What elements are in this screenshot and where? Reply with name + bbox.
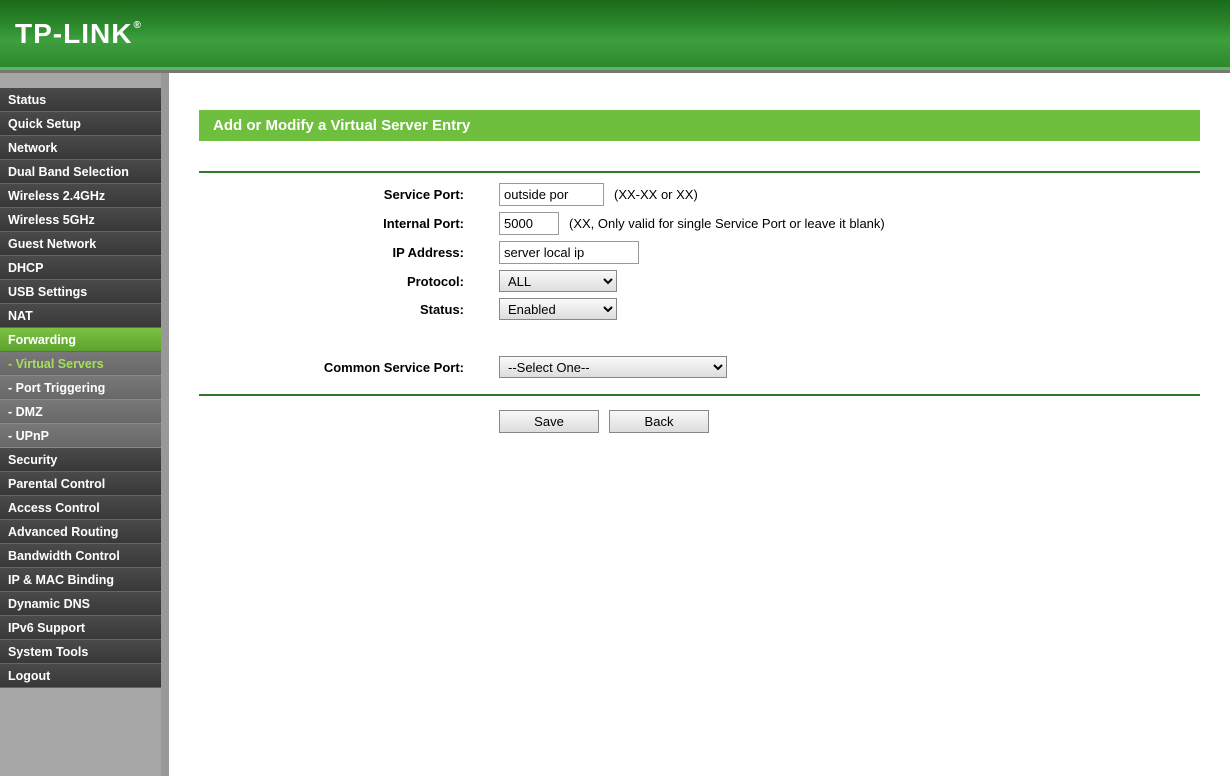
- brand-text: TP-LINK: [15, 18, 132, 50]
- service-port-label: Service Port:: [199, 187, 499, 202]
- sidebar-item-0[interactable]: Status: [0, 88, 161, 112]
- sidebar-item-3[interactable]: Dual Band Selection: [0, 160, 161, 184]
- ip-address-input[interactable]: [499, 241, 639, 264]
- sidebar-item-6[interactable]: Guest Network: [0, 232, 161, 256]
- sidebar-item-20[interactable]: IP & MAC Binding: [0, 568, 161, 592]
- sidebar-subitem-13[interactable]: - DMZ: [0, 400, 161, 424]
- save-button[interactable]: Save: [499, 410, 599, 433]
- sidebar-item-8[interactable]: USB Settings: [0, 280, 161, 304]
- sidebar-item-22[interactable]: IPv6 Support: [0, 616, 161, 640]
- brand-logo: TP-LINK®: [15, 18, 142, 50]
- sidebar-item-5[interactable]: Wireless 5GHz: [0, 208, 161, 232]
- sidebar-item-21[interactable]: Dynamic DNS: [0, 592, 161, 616]
- sidebar-item-23[interactable]: System Tools: [0, 640, 161, 664]
- panel-title: Add or Modify a Virtual Server Entry: [199, 110, 1200, 141]
- sidebar-item-24[interactable]: Logout: [0, 664, 161, 688]
- sidebar-item-4[interactable]: Wireless 2.4GHz: [0, 184, 161, 208]
- sidebar-item-1[interactable]: Quick Setup: [0, 112, 161, 136]
- status-label: Status:: [199, 302, 499, 317]
- common-service-port-label: Common Service Port:: [199, 360, 499, 375]
- sidebar-item-9[interactable]: NAT: [0, 304, 161, 328]
- status-select[interactable]: Enabled: [499, 298, 617, 320]
- service-port-hint: (XX-XX or XX): [614, 187, 698, 202]
- registered-icon: ®: [133, 20, 141, 31]
- common-service-port-select[interactable]: --Select One--: [499, 356, 727, 378]
- protocol-label: Protocol:: [199, 274, 499, 289]
- sidebar-item-15[interactable]: Security: [0, 448, 161, 472]
- sidebar-item-7[interactable]: DHCP: [0, 256, 161, 280]
- main-content: Add or Modify a Virtual Server Entry Ser…: [165, 70, 1230, 776]
- sidebar: StatusQuick SetupNetworkDual Band Select…: [0, 70, 165, 776]
- sidebar-subitem-14[interactable]: - UPnP: [0, 424, 161, 448]
- sidebar-item-19[interactable]: Bandwidth Control: [0, 544, 161, 568]
- sidebar-item-10[interactable]: Forwarding: [0, 328, 161, 352]
- divider-top: [199, 171, 1200, 173]
- sidebar-subitem-11[interactable]: - Virtual Servers: [0, 352, 161, 376]
- sidebar-item-18[interactable]: Advanced Routing: [0, 520, 161, 544]
- internal-port-hint: (XX, Only valid for single Service Port …: [569, 216, 885, 231]
- internal-port-label: Internal Port:: [199, 216, 499, 231]
- sidebar-item-17[interactable]: Access Control: [0, 496, 161, 520]
- sidebar-item-2[interactable]: Network: [0, 136, 161, 160]
- sidebar-subitem-12[interactable]: - Port Triggering: [0, 376, 161, 400]
- sidebar-item-16[interactable]: Parental Control: [0, 472, 161, 496]
- ip-address-label: IP Address:: [199, 245, 499, 260]
- header-bar: TP-LINK®: [0, 0, 1230, 70]
- internal-port-input[interactable]: [499, 212, 559, 235]
- back-button[interactable]: Back: [609, 410, 709, 433]
- protocol-select[interactable]: ALL: [499, 270, 617, 292]
- divider-bottom: [199, 394, 1200, 396]
- service-port-input[interactable]: [499, 183, 604, 206]
